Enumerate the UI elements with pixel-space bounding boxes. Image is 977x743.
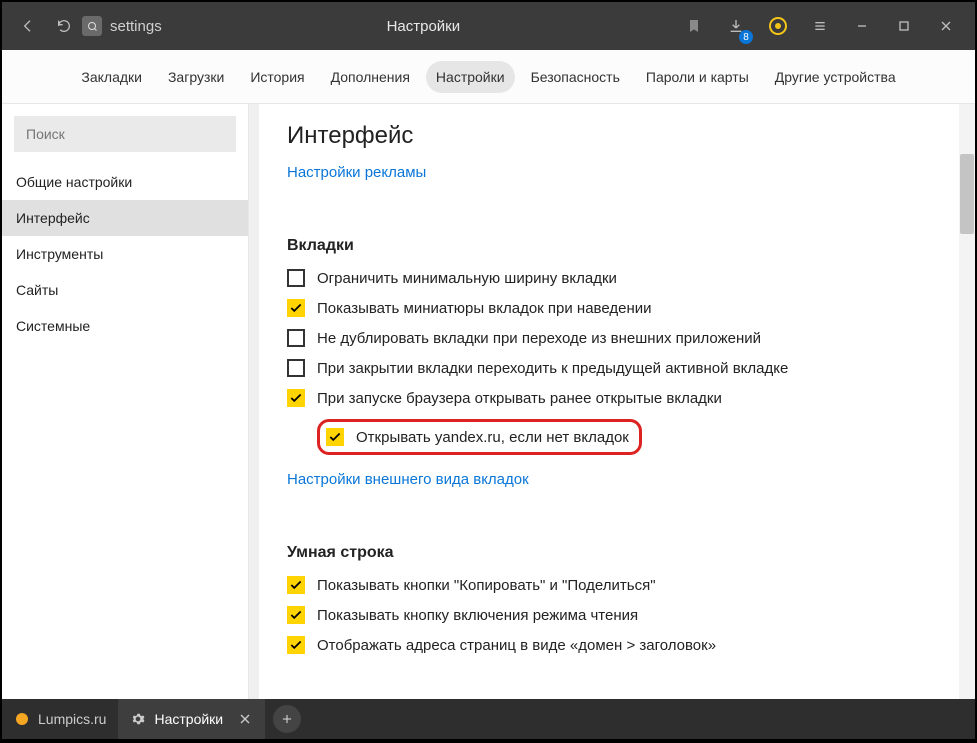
checkbox[interactable]	[287, 606, 305, 624]
checkbox-row[interactable]: Ограничить минимальную ширину вкладки	[287, 269, 947, 287]
browser-tab[interactable]: Lumpics.ru	[2, 699, 118, 739]
checkbox[interactable]	[287, 299, 305, 317]
new-tab-button[interactable]	[273, 705, 301, 733]
back-button[interactable]	[10, 2, 46, 50]
close-icon[interactable]	[237, 711, 253, 727]
checkbox-row[interactable]: Не дублировать вкладки при переходе из в…	[287, 329, 947, 347]
sidebar: Общие настройкиИнтерфейсИнструментыСайты…	[2, 104, 249, 699]
content-body: Общие настройкиИнтерфейсИнструментыСайты…	[2, 104, 975, 699]
topnav-item[interactable]: Дополнения	[321, 61, 420, 93]
tabstrip: Lumpics.ru Настройки	[2, 699, 975, 739]
menu-icon[interactable]	[799, 2, 841, 50]
checkbox[interactable]	[287, 576, 305, 594]
checkbox[interactable]	[287, 389, 305, 407]
scrollbar[interactable]	[959, 104, 975, 699]
site-icon	[82, 16, 102, 36]
topnav-item[interactable]: Настройки	[426, 61, 515, 93]
section-heading: Интерфейс	[287, 122, 947, 150]
sidebar-item[interactable]: Инструменты	[2, 236, 248, 272]
checkbox-label: Показывать миниатюры вкладок при наведен…	[317, 300, 652, 317]
checkbox-label: Открывать yandex.ru, если нет вкладок	[356, 429, 629, 446]
settings-topnav: ЗакладкиЗагрузкиИсторияДополненияНастрой…	[2, 50, 975, 104]
checkbox-row[interactable]: При закрытии вкладки переходить к предыд…	[287, 359, 947, 377]
titlebar: settings Настройки 8	[2, 2, 975, 50]
sidebar-item[interactable]: Системные	[2, 308, 248, 344]
browser-window: settings Настройки 8	[2, 2, 975, 739]
tabs-section-title: Вкладки	[287, 237, 947, 255]
main-panel: Интерфейс Настройки рекламы Вкладки Огра…	[259, 104, 975, 699]
checkbox-row[interactable]: Отображать адреса страниц в виде «домен …	[287, 636, 947, 654]
tab-label: Настройки	[154, 711, 223, 727]
topnav-item[interactable]: Загрузки	[158, 61, 234, 93]
topnav-item[interactable]: Другие устройства	[765, 61, 906, 93]
checkbox-row[interactable]: Показывать миниатюры вкладок при наведен…	[287, 299, 947, 317]
sidebar-item[interactable]: Сайты	[2, 272, 248, 308]
tabs-appearance-link[interactable]: Настройки внешнего вида вкладок	[287, 471, 529, 488]
checkbox[interactable]	[287, 269, 305, 287]
topnav-item[interactable]: История	[240, 61, 314, 93]
checkbox-label: Ограничить минимальную ширину вкладки	[317, 270, 617, 287]
tab-label: Lumpics.ru	[38, 711, 106, 727]
checkbox-row[interactable]: При запуске браузера открывать ранее отк…	[287, 389, 947, 407]
reload-button[interactable]	[46, 2, 82, 50]
search-input[interactable]	[14, 116, 236, 152]
checkbox-label: Отображать адреса страниц в виде «домен …	[317, 637, 716, 654]
checkbox[interactable]	[326, 428, 344, 446]
checkbox-label: Показывать кнопку включения режима чтени…	[317, 607, 638, 624]
address-text[interactable]: settings	[110, 18, 162, 35]
checkbox-row[interactable]: Показывать кнопки "Копировать" и "Подели…	[287, 576, 947, 594]
bookmark-icon[interactable]	[673, 2, 715, 50]
topnav-item[interactable]: Пароли и карты	[636, 61, 759, 93]
highlighted-option: Открывать yandex.ru, если нет вкладок	[317, 419, 642, 455]
smartline-section-title: Умная строка	[287, 544, 947, 562]
topnav-item[interactable]: Безопасность	[521, 61, 630, 93]
sidebar-item[interactable]: Общие настройки	[2, 164, 248, 200]
sidebar-item[interactable]: Интерфейс	[2, 200, 248, 236]
gear-icon	[130, 711, 146, 727]
checkbox-label: При закрытии вкладки переходить к предыд…	[317, 360, 788, 377]
minimize-button[interactable]	[841, 2, 883, 50]
ad-settings-link[interactable]: Настройки рекламы	[287, 164, 426, 181]
checkbox-label: При запуске браузера открывать ранее отк…	[317, 390, 722, 407]
scrollbar-thumb[interactable]	[960, 154, 974, 234]
downloads-icon[interactable]: 8	[715, 2, 757, 50]
checkbox-label: Показывать кнопки "Копировать" и "Подели…	[317, 577, 656, 594]
browser-tab[interactable]: Настройки	[118, 699, 265, 739]
page-title: Настройки	[174, 18, 673, 35]
topnav-item[interactable]: Закладки	[71, 61, 152, 93]
close-button[interactable]	[925, 2, 967, 50]
profile-icon[interactable]	[757, 2, 799, 50]
checkbox[interactable]	[287, 329, 305, 347]
checkbox-label: Не дублировать вкладки при переходе из в…	[317, 330, 761, 347]
checkbox-row[interactable]: Показывать кнопку включения режима чтени…	[287, 606, 947, 624]
downloads-count: 8	[739, 30, 753, 44]
site-favicon	[14, 711, 30, 727]
maximize-button[interactable]	[883, 2, 925, 50]
checkbox[interactable]	[287, 636, 305, 654]
checkbox-row[interactable]: Открывать yandex.ru, если нет вкладок	[317, 419, 947, 455]
checkbox[interactable]	[287, 359, 305, 377]
